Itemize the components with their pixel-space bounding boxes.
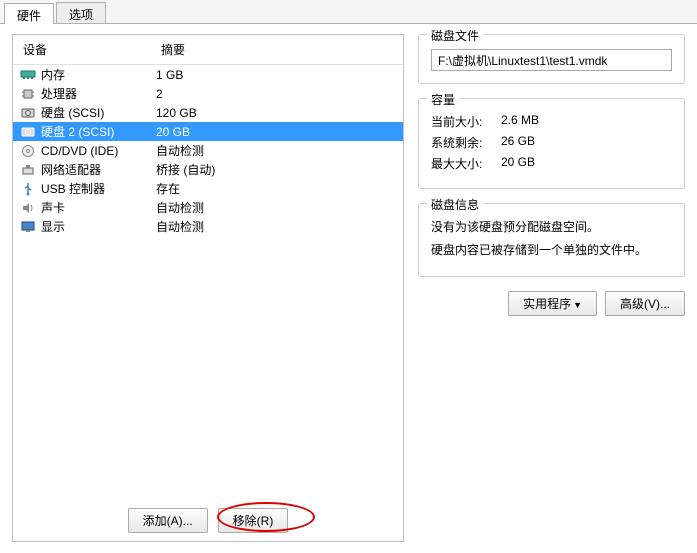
disk-info-group: 磁盘信息 没有为该硬盘预分配磁盘空间。 硬盘内容已被存储到一个单独的文件中。 — [418, 203, 685, 277]
hardware-header: 设备 摘要 — [13, 35, 403, 65]
hardware-row[interactable]: 硬盘 (SCSI)120 GB — [13, 103, 403, 122]
current-size-label: 当前大小: — [431, 113, 501, 130]
header-device: 设备 — [23, 41, 161, 58]
hardware-name: 处理器 — [41, 85, 156, 102]
disk-file-field[interactable] — [431, 49, 672, 71]
current-size-value: 2.6 MB — [501, 113, 539, 130]
hardware-row[interactable]: 声卡自动检测 — [13, 198, 403, 217]
hardware-row[interactable]: USB 控制器存在 — [13, 179, 403, 198]
hardware-summary: 2 — [156, 87, 399, 101]
hardware-summary: 自动检测 — [156, 218, 399, 235]
tab-options[interactable]: 选项 — [56, 2, 106, 23]
disk-icon — [19, 125, 37, 139]
disk-icon — [19, 106, 37, 120]
disk-info-line1: 没有为该硬盘预分配磁盘空间。 — [431, 218, 672, 237]
disk-info-line2: 硬盘内容已被存储到一个单独的文件中。 — [431, 241, 672, 260]
hardware-list[interactable]: 内存1 GB处理器2硬盘 (SCSI)120 GB硬盘 2 (SCSI)20 G… — [13, 65, 403, 500]
max-size-value: 20 GB — [501, 155, 535, 172]
hardware-summary: 自动检测 — [156, 142, 399, 159]
hardware-summary: 1 GB — [156, 68, 399, 82]
hardware-summary: 桥接 (自动) — [156, 161, 399, 178]
disk-info-title: 磁盘信息 — [427, 196, 483, 213]
hardware-list-panel: 设备 摘要 内存1 GB处理器2硬盘 (SCSI)120 GB硬盘 2 (SCS… — [12, 34, 404, 542]
network-icon — [19, 163, 37, 177]
sound-icon — [19, 201, 37, 215]
hardware-name: 硬盘 2 (SCSI) — [41, 123, 156, 140]
memory-icon — [19, 68, 37, 82]
hardware-row[interactable]: 硬盘 2 (SCSI)20 GB — [13, 122, 403, 141]
hardware-name: 内存 — [41, 66, 156, 83]
capacity-group: 容量 当前大小: 2.6 MB 系统剩余: 26 GB 最大大小: 20 GB — [418, 98, 685, 189]
free-space-label: 系统剩余: — [431, 134, 501, 151]
hardware-row[interactable]: 内存1 GB — [13, 65, 403, 84]
add-button[interactable]: 添加(A)... — [128, 508, 208, 533]
hardware-summary: 存在 — [156, 180, 399, 197]
hardware-summary: 120 GB — [156, 106, 399, 120]
advanced-button[interactable]: 高级(V)... — [605, 291, 685, 316]
hardware-name: 显示 — [41, 218, 156, 235]
cd-icon — [19, 144, 37, 158]
remove-button[interactable]: 移除(R) — [218, 508, 289, 533]
disk-file-group: 磁盘文件 — [418, 34, 685, 84]
hardware-row[interactable]: 网络适配器桥接 (自动) — [13, 160, 403, 179]
details-panel: 磁盘文件 容量 当前大小: 2.6 MB 系统剩余: 26 GB 最大大小: 2… — [404, 34, 685, 542]
display-icon — [19, 220, 37, 234]
hardware-row[interactable]: CD/DVD (IDE)自动检测 — [13, 141, 403, 160]
max-size-label: 最大大小: — [431, 155, 501, 172]
disk-file-title: 磁盘文件 — [427, 27, 483, 44]
hardware-row[interactable]: 处理器2 — [13, 84, 403, 103]
tab-hardware[interactable]: 硬件 — [4, 3, 54, 24]
cpu-icon — [19, 87, 37, 101]
hardware-name: CD/DVD (IDE) — [41, 144, 156, 158]
hardware-summary: 20 GB — [156, 125, 399, 139]
free-space-value: 26 GB — [501, 134, 535, 151]
hardware-name: 硬盘 (SCSI) — [41, 104, 156, 121]
usb-icon — [19, 182, 37, 196]
hardware-name: 声卡 — [41, 199, 156, 216]
hardware-summary: 自动检测 — [156, 199, 399, 216]
chevron-down-icon: ▼ — [573, 300, 582, 310]
hardware-name: 网络适配器 — [41, 161, 156, 178]
hardware-name: USB 控制器 — [41, 180, 156, 197]
utility-button[interactable]: 实用程序▼ — [508, 291, 597, 316]
header-summary: 摘要 — [161, 41, 185, 58]
hardware-row[interactable]: 显示自动检测 — [13, 217, 403, 236]
capacity-title: 容量 — [427, 91, 459, 108]
